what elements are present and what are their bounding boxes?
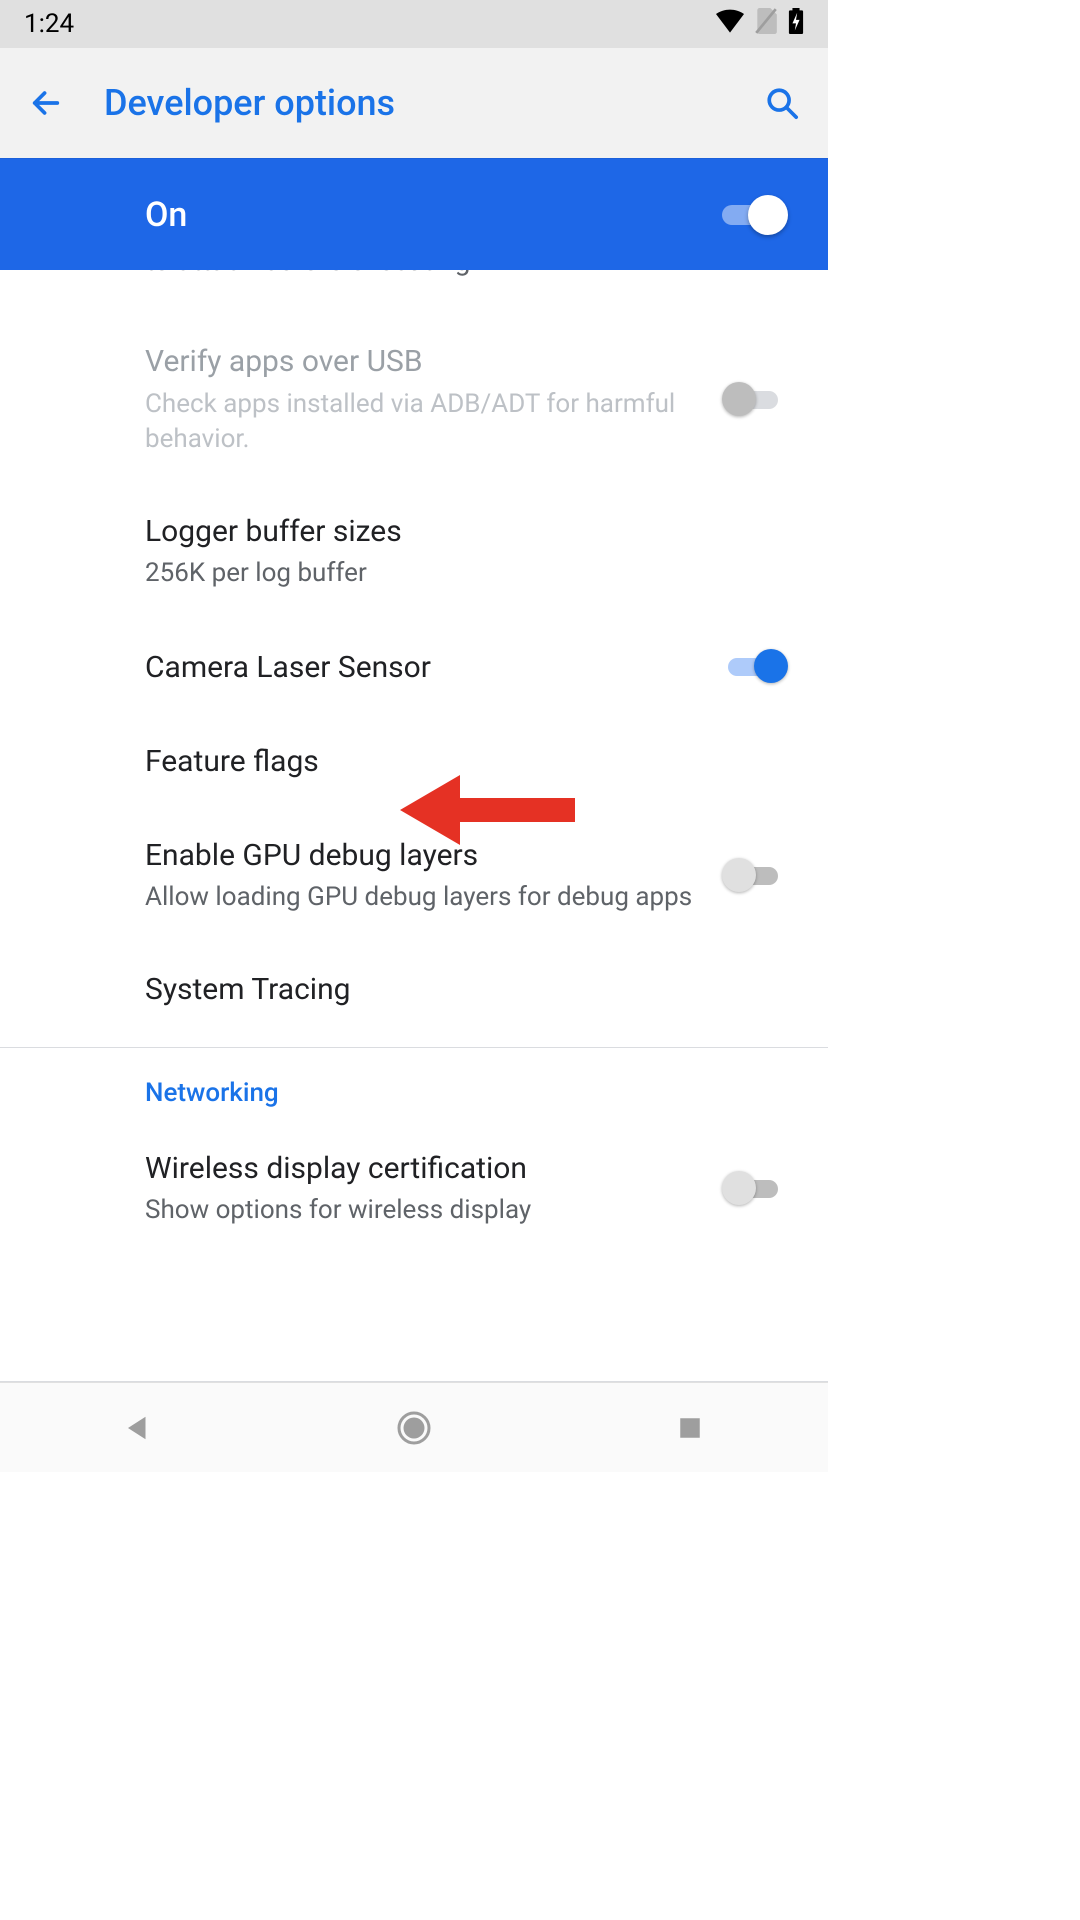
no-sim-icon — [754, 8, 778, 41]
setting-wireless-display-certification[interactable]: Wireless display certification Show opti… — [0, 1122, 828, 1257]
setting-system-tracing[interactable]: System Tracing — [0, 943, 828, 1037]
nav-recents-button[interactable] — [668, 1406, 712, 1450]
section-header-networking: Networking — [0, 1048, 828, 1122]
settings-list[interactable]: to attach before executing Verify apps o… — [0, 270, 828, 1382]
master-toggle-label: On — [145, 195, 722, 235]
page-title: Developer options — [104, 82, 760, 124]
setting-camera-laser-sensor[interactable]: Camera Laser Sensor — [0, 619, 828, 715]
setting-feature-flags[interactable]: Feature flags — [0, 715, 828, 809]
setting-logger-buffer-sizes[interactable]: Logger buffer sizes 256K per log buffer — [0, 485, 828, 620]
search-button[interactable] — [760, 81, 804, 125]
nav-home-button[interactable] — [392, 1406, 436, 1450]
nav-back-button[interactable] — [116, 1406, 160, 1450]
setting-title: Enable GPU debug layers — [145, 837, 702, 875]
status-bar: 1:24 — [0, 0, 828, 48]
battery-charging-icon — [788, 8, 804, 41]
toggle-camera-laser-sensor[interactable] — [722, 647, 788, 687]
setting-subtitle: Show options for wireless display — [145, 1193, 702, 1228]
wifi-icon — [716, 9, 744, 40]
setting-title: Logger buffer sizes — [145, 513, 768, 551]
toggle-wireless-display-certification[interactable] — [722, 1169, 788, 1209]
toggle-enable-gpu-debug-layers[interactable] — [722, 856, 788, 896]
setting-subtitle: Check apps installed via ADB/ADT for har… — [145, 387, 702, 457]
master-toggle-row[interactable]: On — [0, 158, 828, 270]
master-toggle-switch[interactable] — [722, 195, 788, 235]
navigation-bar — [0, 1382, 828, 1472]
status-icons — [716, 8, 804, 41]
setting-title: Verify apps over USB — [145, 343, 702, 381]
setting-verify-apps-over-usb: Verify apps over USB Check apps installe… — [0, 315, 828, 485]
app-bar: Developer options — [0, 48, 828, 158]
setting-subtitle: 256K per log buffer — [145, 556, 768, 591]
back-button[interactable] — [24, 81, 68, 125]
setting-enable-gpu-debug-layers[interactable]: Enable GPU debug layers Allow loading GP… — [0, 809, 828, 944]
setting-title: Camera Laser Sensor — [145, 649, 702, 687]
toggle-verify-apps-over-usb — [722, 380, 788, 420]
setting-subtitle: Allow loading GPU debug layers for debug… — [145, 880, 702, 915]
setting-title: Feature flags — [145, 743, 768, 781]
setting-title: System Tracing — [145, 971, 768, 1009]
partial-cutoff-text: to attach before executing — [0, 270, 828, 315]
status-time: 1:24 — [24, 9, 74, 39]
setting-title: Wireless display certification — [145, 1150, 702, 1188]
